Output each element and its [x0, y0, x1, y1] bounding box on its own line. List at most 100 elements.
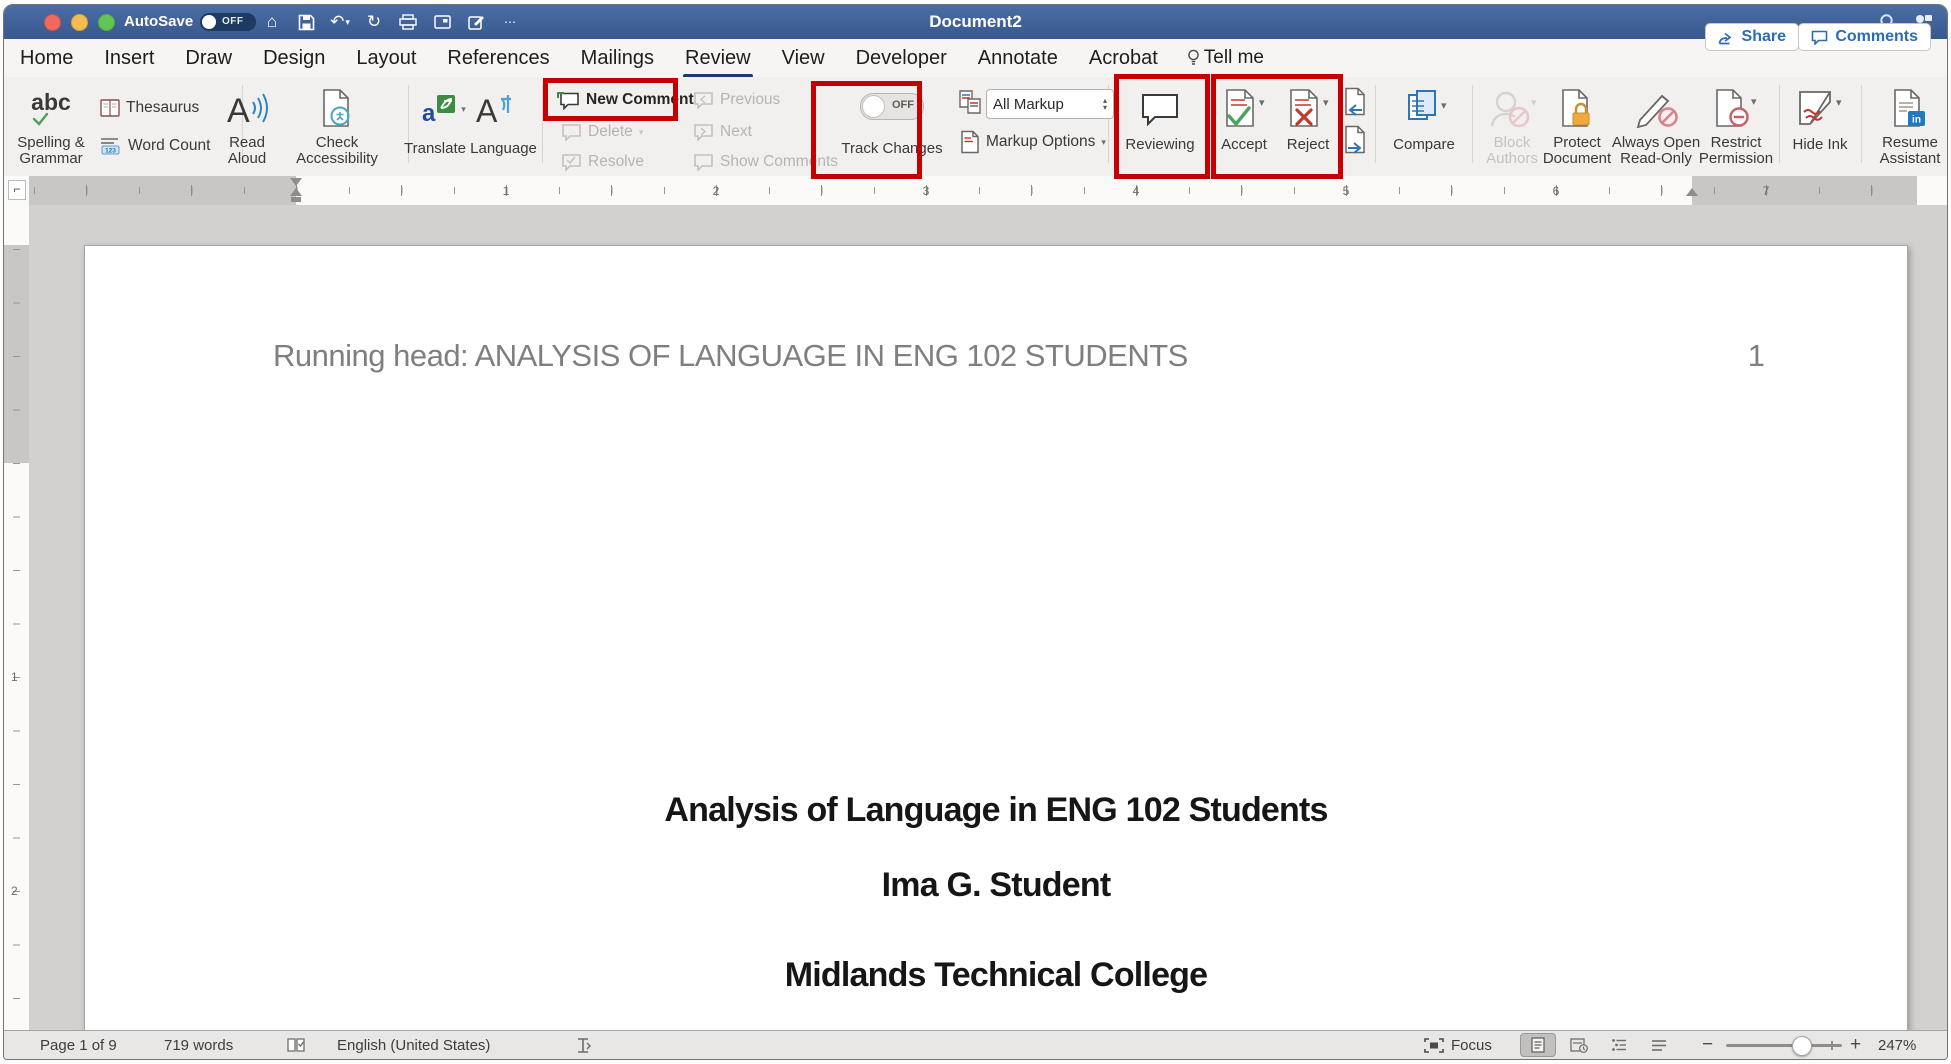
ribbon: abc Spelling & Grammar Thesaurus 123 Wor…	[4, 77, 1947, 177]
tab-references[interactable]: References	[445, 43, 551, 74]
resume-assistant-icon: in	[1870, 83, 1948, 135]
new-comment-button[interactable]: New Comment	[556, 87, 694, 113]
zoom-slider-knob[interactable]	[1792, 1036, 1812, 1056]
tab-developer[interactable]: Developer	[854, 43, 949, 74]
track-changes-label: Track Changes	[824, 141, 960, 157]
outline-view-button[interactable]	[1602, 1034, 1636, 1056]
markup-options-icon	[960, 130, 980, 154]
tab-review[interactable]: Review	[683, 43, 753, 74]
document-canvas[interactable]: Running head: ANALYSIS OF LANGUAGE IN EN…	[29, 205, 1947, 1031]
thesaurus-button[interactable]: Thesaurus	[100, 95, 199, 121]
print-layout-view-button[interactable]	[1520, 1033, 1556, 1057]
draft-view-button[interactable]	[1642, 1034, 1676, 1056]
show-comments-button[interactable]: Show Comments	[692, 149, 838, 175]
resolve-comment-icon	[560, 153, 582, 171]
h-ruler-number: 6	[1553, 184, 1560, 198]
check-accessibility-button[interactable]: Check Accessibility	[286, 83, 388, 167]
document-affiliation-line: Midlands Technical College	[85, 956, 1907, 995]
hanging-indent-marker[interactable]	[290, 188, 302, 196]
word-count-indicator[interactable]: 719 words	[164, 1031, 233, 1059]
horizontal-ruler[interactable]: 1234567	[4, 176, 1947, 206]
thesaurus-icon	[100, 99, 120, 117]
tab-home[interactable]: Home	[18, 43, 75, 74]
svg-text:▾: ▾	[1259, 97, 1265, 109]
h-ruler-number: 5	[1343, 184, 1350, 198]
tab-layout[interactable]: Layout	[354, 43, 418, 74]
tab-draw[interactable]: Draw	[183, 43, 234, 74]
share-button[interactable]: Share	[1705, 23, 1799, 51]
resolve-comment-button[interactable]: Resolve	[560, 149, 644, 175]
display-for-review-select[interactable]: All Markup ▴▾	[986, 89, 1114, 119]
lightbulb-icon	[1187, 49, 1200, 67]
tab-view[interactable]: View	[780, 43, 827, 74]
select-stepper-icon: ▴▾	[1097, 97, 1107, 111]
reviewing-icon	[1120, 83, 1200, 135]
reject-button[interactable]: ▾ Reject	[1280, 83, 1336, 153]
right-indent-marker[interactable]	[1686, 188, 1698, 196]
track-changes-toggle[interactable]: OFF	[860, 93, 924, 120]
tell-me-box[interactable]: Tell me	[1187, 47, 1264, 69]
header-page-number: 1	[1748, 338, 1765, 374]
always-open-read-only-button[interactable]: Always Open Read-Only	[1608, 83, 1704, 167]
document-page[interactable]: Running head: ANALYSIS OF LANGUAGE IN EN…	[84, 245, 1908, 1031]
svg-text:▾: ▾	[1531, 97, 1537, 109]
tab-design[interactable]: Design	[261, 43, 327, 74]
document-title: Document2	[4, 12, 1947, 32]
accept-button[interactable]: ▾ Accept	[1216, 83, 1272, 153]
title-bar: AutoSave OFF ⌂ ↶▾ ↻ ⋯ Document2	[4, 5, 1947, 39]
v-ruler-number: 1	[11, 670, 18, 684]
comments-button[interactable]: Comments	[1798, 23, 1931, 51]
tab-stop-selector[interactable]: ⌐	[8, 180, 26, 200]
reviewing-button[interactable]: Reviewing	[1120, 83, 1200, 153]
translate-language-group: a ▾ A Translate Language	[404, 83, 534, 157]
word-count-button[interactable]: 123 Word Count	[100, 133, 210, 159]
hide-ink-button[interactable]: ▾ Hide Ink	[1786, 83, 1854, 153]
zoom-in-button[interactable]: +	[1850, 1031, 1861, 1059]
tab-mailings[interactable]: Mailings	[579, 43, 656, 74]
language-indicator[interactable]: English (United States)	[337, 1031, 490, 1059]
delete-comment-button[interactable]: Delete▾	[560, 119, 643, 145]
spelling-grammar-button[interactable]: abc Spelling & Grammar	[10, 83, 92, 167]
vertical-ruler[interactable]: 12	[4, 205, 30, 1031]
tab-insert[interactable]: Insert	[102, 43, 156, 74]
tab-acrobat[interactable]: Acrobat	[1087, 43, 1160, 74]
read-aloud-button[interactable]: A Read Aloud	[216, 83, 278, 167]
next-comment-icon	[692, 123, 714, 141]
focus-button[interactable]: Focus	[1424, 1031, 1492, 1059]
markup-options-button[interactable]: Markup Options▾	[960, 129, 1106, 155]
svg-text:▾: ▾	[1441, 100, 1447, 112]
next-change-button[interactable]	[1342, 125, 1368, 155]
compare-button[interactable]: ▾ Compare	[1382, 83, 1466, 153]
restrict-permission-button[interactable]: ▾ Restrict Permission	[1698, 83, 1774, 167]
protect-document-button[interactable]: Protect Document	[1538, 83, 1616, 167]
translate-icon[interactable]: a ▾	[422, 91, 466, 127]
first-line-indent-marker[interactable]	[290, 178, 302, 186]
web-layout-view-button[interactable]	[1562, 1034, 1596, 1056]
tab-annotate[interactable]: Annotate	[976, 43, 1060, 74]
document-title-line: Analysis of Language in ENG 102 Students	[85, 791, 1907, 830]
language-icon[interactable]: A	[476, 91, 516, 127]
always-open-read-only-icon	[1608, 83, 1704, 135]
zoom-slider-tick	[1831, 1041, 1833, 1050]
protect-document-icon	[1538, 83, 1616, 135]
h-ruler-number: 3	[923, 184, 930, 198]
spelling-grammar-icon: abc	[10, 83, 92, 135]
accept-icon: ▾	[1216, 83, 1272, 135]
svg-text:▾: ▾	[1751, 96, 1757, 108]
text-cursor-status-icon[interactable]	[574, 1031, 592, 1059]
word-count-icon: 123	[100, 137, 122, 155]
zoom-slider-track[interactable]	[1726, 1044, 1842, 1047]
page-indicator[interactable]: Page 1 of 9	[40, 1031, 117, 1059]
show-comments-icon	[692, 153, 714, 171]
zoom-out-button[interactable]: −	[1702, 1031, 1713, 1059]
left-indent-marker[interactable]	[291, 197, 301, 202]
track-changes-toggle-knob	[862, 95, 885, 118]
proofing-status-icon[interactable]	[286, 1031, 306, 1059]
next-comment-button[interactable]: Next	[692, 119, 752, 145]
zoom-percentage[interactable]: 247%	[1878, 1031, 1916, 1059]
previous-change-button[interactable]	[1342, 87, 1368, 117]
document-author-line: Ima G. Student	[85, 866, 1907, 905]
focus-icon	[1424, 1038, 1444, 1053]
resume-assistant-button[interactable]: in Resume Assistant	[1870, 83, 1948, 167]
previous-comment-button[interactable]: Previous	[692, 87, 780, 113]
